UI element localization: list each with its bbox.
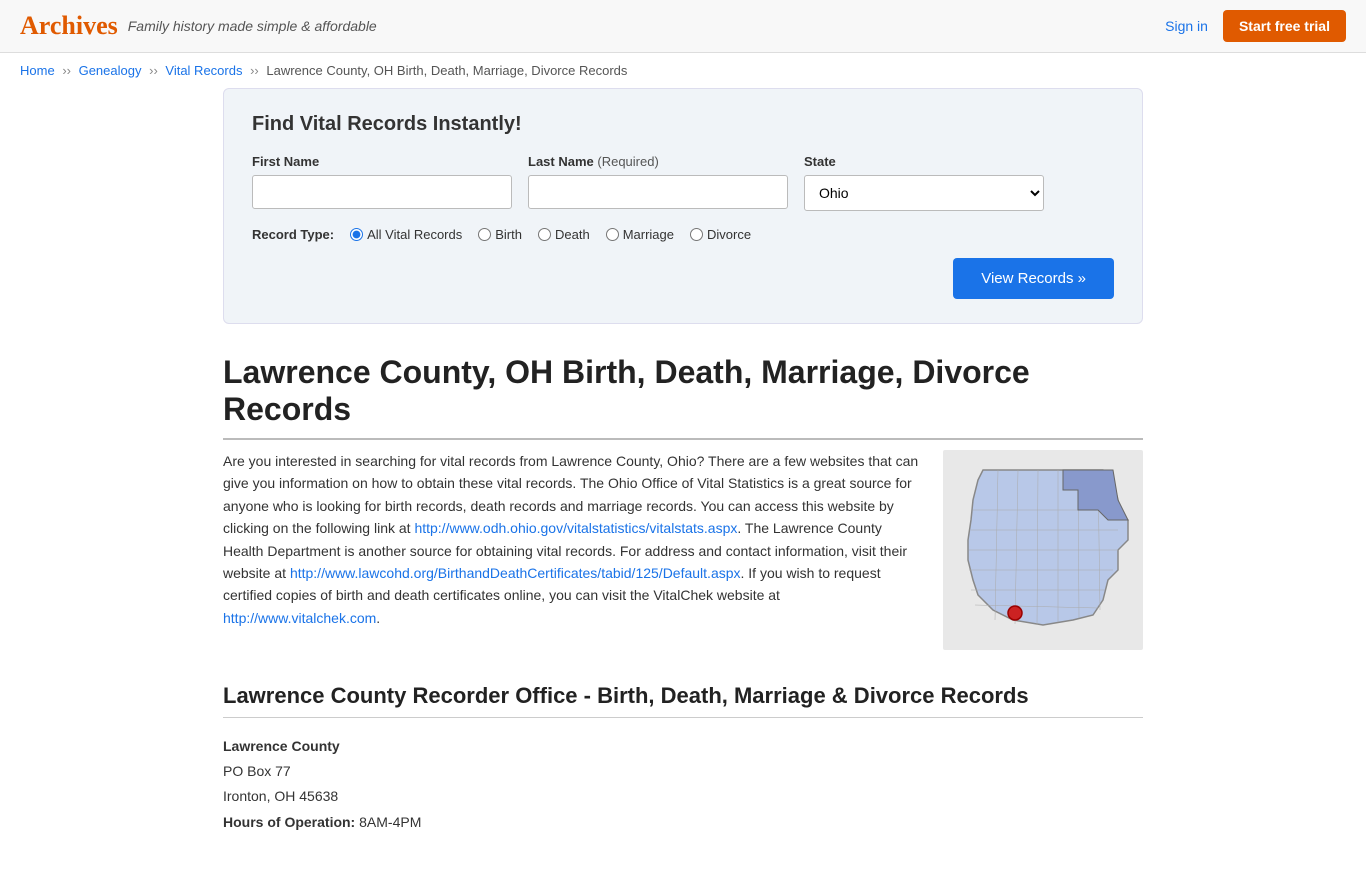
office-hours: Hours of Operation: 8AM-4PM	[223, 810, 1143, 835]
page-title: Lawrence County, OH Birth, Death, Marria…	[223, 354, 1143, 440]
hours-value: 8AM-4PM	[359, 814, 421, 830]
header-right: Sign in Start free trial	[1165, 10, 1346, 42]
hours-label: Hours of Operation:	[223, 814, 355, 830]
header: Archives Family history made simple & af…	[0, 0, 1366, 53]
sign-in-link[interactable]: Sign in	[1165, 18, 1208, 34]
logo: Archives	[20, 11, 118, 41]
office-name: Lawrence County	[223, 734, 1143, 759]
main-content: Find Vital Records Instantly! First Name…	[203, 88, 1163, 875]
breadcrumb-genealogy[interactable]: Genealogy	[79, 63, 142, 78]
state-label: State	[804, 154, 1044, 169]
search-box: Find Vital Records Instantly! First Name…	[223, 88, 1143, 324]
first-name-label: First Name	[252, 154, 512, 169]
lawcohd-link[interactable]: http://www.lawcohd.org/BirthandDeathCert…	[290, 565, 741, 581]
search-btn-row: View Records »	[252, 258, 1114, 299]
breadcrumb-sep-3: ››	[250, 63, 262, 78]
map-area	[943, 450, 1143, 653]
last-name-field-group: Last Name (Required)	[528, 154, 788, 209]
office-info: Lawrence County PO Box 77 Ironton, OH 45…	[223, 734, 1143, 835]
last-name-input[interactable]	[528, 175, 788, 209]
sub-section: Lawrence County Recorder Office - Birth,…	[223, 683, 1143, 835]
breadcrumb: Home ›› Genealogy ›› Vital Records ›› La…	[0, 53, 1366, 88]
first-name-input[interactable]	[252, 175, 512, 209]
last-name-required: (Required)	[597, 154, 658, 169]
radio-divorce[interactable]	[690, 228, 703, 241]
office-address-1: PO Box 77	[223, 759, 1143, 784]
start-trial-button[interactable]: Start free trial	[1223, 10, 1346, 42]
sub-section-title: Lawrence County Recorder Office - Birth,…	[223, 683, 1143, 718]
last-name-label: Last Name (Required)	[528, 154, 788, 169]
breadcrumb-sep-2: ››	[149, 63, 161, 78]
record-type-marriage[interactable]: Marriage	[606, 227, 674, 242]
record-type-all[interactable]: All Vital Records	[350, 227, 462, 242]
tagline: Family history made simple & affordable	[128, 18, 377, 34]
record-type-row: Record Type: All Vital Records Birth Dea…	[252, 227, 1114, 242]
record-type-birth[interactable]: Birth	[478, 227, 522, 242]
vitalchek-link[interactable]: http://www.vitalchek.com	[223, 610, 376, 626]
breadcrumb-home[interactable]: Home	[20, 63, 55, 78]
radio-all-vital[interactable]	[350, 228, 363, 241]
header-left: Archives Family history made simple & af…	[20, 11, 377, 41]
content-text: Are you interested in searching for vita…	[223, 450, 923, 653]
radio-death[interactable]	[538, 228, 551, 241]
state-select[interactable]: All United States Alabama Alaska Arizona…	[804, 175, 1044, 211]
radio-birth[interactable]	[478, 228, 491, 241]
state-field-group: State All United States Alabama Alaska A…	[804, 154, 1044, 211]
record-type-death[interactable]: Death	[538, 227, 590, 242]
radio-marriage[interactable]	[606, 228, 619, 241]
search-fields: First Name Last Name (Required) State Al…	[252, 154, 1114, 211]
content-area: Are you interested in searching for vita…	[223, 450, 1143, 653]
view-records-button[interactable]: View Records »	[953, 258, 1114, 299]
breadcrumb-vital-records[interactable]: Vital Records	[165, 63, 242, 78]
record-type-label: Record Type:	[252, 227, 334, 242]
office-address-2: Ironton, OH 45638	[223, 784, 1143, 809]
breadcrumb-current: Lawrence County, OH Birth, Death, Marria…	[266, 63, 627, 78]
record-type-divorce[interactable]: Divorce	[690, 227, 751, 242]
odh-link[interactable]: http://www.odh.ohio.gov/vitalstatistics/…	[414, 520, 737, 536]
first-name-field-group: First Name	[252, 154, 512, 209]
search-title: Find Vital Records Instantly!	[252, 113, 1114, 136]
content-paragraph: Are you interested in searching for vita…	[223, 450, 923, 629]
ohio-map	[943, 450, 1143, 650]
breadcrumb-sep-1: ››	[62, 63, 74, 78]
